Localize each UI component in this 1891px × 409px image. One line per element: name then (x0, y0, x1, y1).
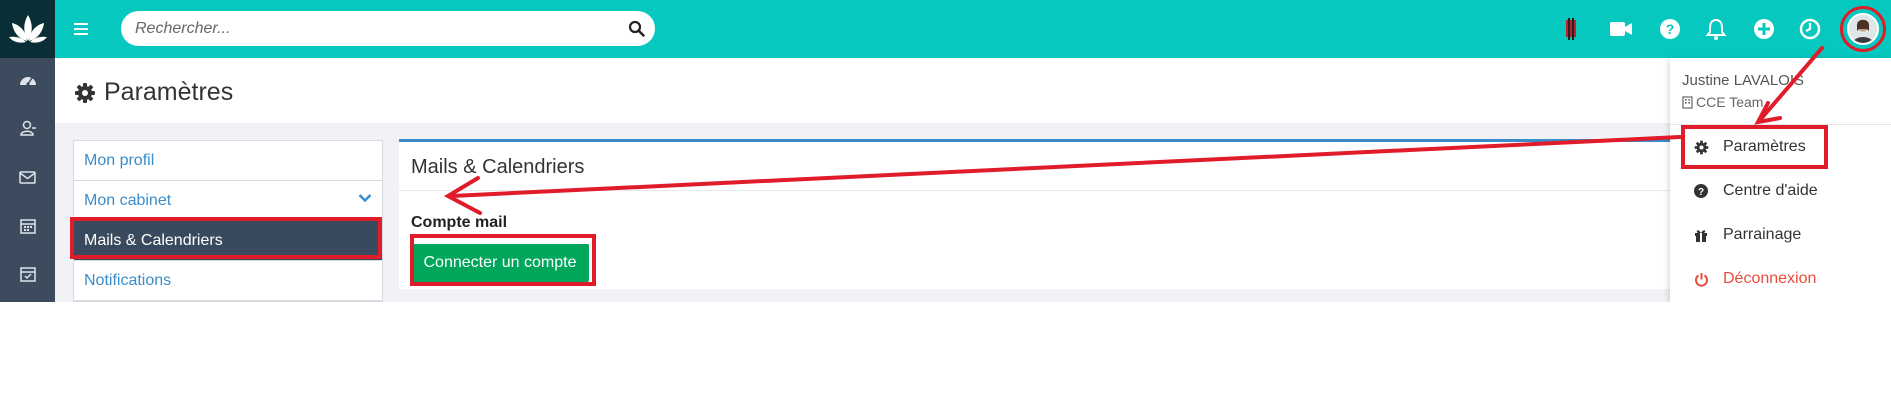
panel-title: Mails & Calendriers (411, 156, 585, 178)
logo-icon[interactable] (0, 0, 55, 58)
user-name: Justine LAVALOIS (1682, 72, 1805, 89)
help-icon[interactable]: ? (1657, 16, 1683, 42)
nav-item-profile[interactable]: Mon profil (74, 141, 382, 181)
settings-nav: Mon profil Mon cabinet Mails & Calendrie… (73, 140, 383, 302)
page-title: Paramètres (74, 78, 233, 107)
chevron-down-icon[interactable] (358, 193, 372, 203)
gift-icon (1693, 227, 1709, 243)
menu-item-referral[interactable]: Parrainage (1670, 215, 1891, 255)
building-icon (1682, 95, 1693, 109)
sidebar-item-calendar[interactable] (0, 206, 55, 246)
top-bar: ? (0, 0, 1891, 58)
tasks-icon (19, 267, 36, 282)
flag-icon[interactable] (1558, 16, 1584, 42)
team-name: CCE Team (1696, 94, 1764, 110)
bell-icon[interactable] (1703, 16, 1729, 42)
sidebar (0, 58, 55, 302)
clock-icon[interactable] (1797, 16, 1823, 42)
menu-item-label: Parrainage (1723, 226, 1802, 243)
nav-item-mails-calendars[interactable]: Mails & Calendriers (74, 221, 382, 261)
contacts-icon (19, 120, 36, 136)
mail-icon (19, 170, 36, 184)
power-icon (1693, 271, 1709, 287)
nav-item-cabinet[interactable]: Mon cabinet (74, 181, 382, 221)
team-label: CCE Team (1682, 94, 1763, 110)
page-title-text: Paramètres (104, 78, 234, 106)
calendar-icon (19, 219, 36, 234)
menu-item-label: Paramètres (1723, 138, 1806, 155)
divider (399, 190, 1891, 191)
user-menu: Justine LAVALOIS CCE Team Paramètres ? C… (1670, 58, 1891, 302)
content-panel: Mails & Calendriers Compte mail Connecte… (399, 139, 1891, 289)
sidebar-item-dashboard[interactable] (0, 60, 55, 100)
section-label: Compte mail (411, 214, 508, 231)
video-icon[interactable] (1608, 16, 1634, 42)
dashboard-icon (19, 77, 36, 86)
page-header (55, 58, 1891, 123)
question-icon: ? (1693, 183, 1709, 199)
search-bar (121, 11, 655, 46)
menu-item-label: Centre d'aide (1723, 182, 1818, 199)
divider (1670, 124, 1891, 125)
app-window: ? (0, 0, 1891, 302)
plus-icon[interactable] (1751, 16, 1777, 42)
sidebar-item-contacts[interactable] (0, 108, 55, 148)
search-icon[interactable] (628, 20, 645, 37)
menu-item-label: Déconnexion (1723, 270, 1817, 287)
avatar-button[interactable] (1840, 6, 1886, 52)
nav-item-label: Mon cabinet (84, 192, 172, 209)
gear-icon (75, 82, 95, 103)
avatar[interactable] (1847, 13, 1879, 45)
sidebar-item-mail[interactable] (0, 157, 55, 197)
sidebar-item-tasks[interactable] (0, 254, 55, 294)
svg-text:?: ? (1698, 187, 1704, 198)
nav-item-notifications[interactable]: Notifications (74, 261, 382, 301)
menu-icon[interactable] (70, 18, 92, 40)
gear-icon (1693, 139, 1709, 155)
menu-item-settings[interactable]: Paramètres (1670, 127, 1891, 167)
search-input[interactable] (135, 11, 605, 46)
menu-item-help-center[interactable]: ? Centre d'aide (1670, 171, 1891, 211)
menu-item-logout[interactable]: Déconnexion (1670, 259, 1891, 299)
connect-account-button[interactable]: Connecter un compte (411, 244, 589, 282)
svg-text:?: ? (1666, 21, 1675, 37)
